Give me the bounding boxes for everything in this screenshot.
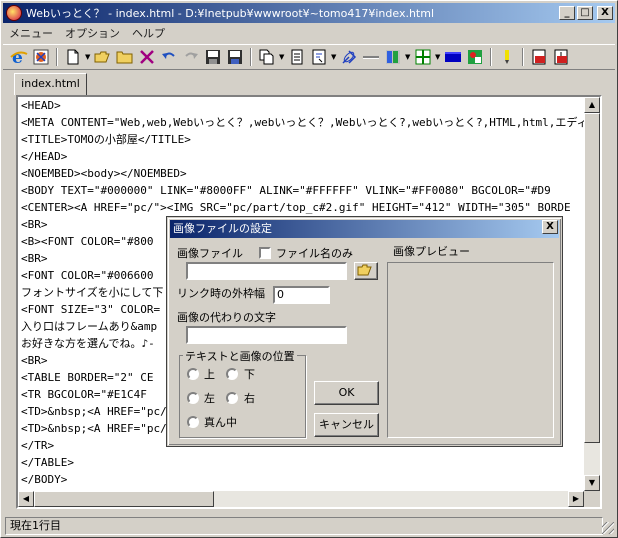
code-line: </HEAD> xyxy=(21,150,68,163)
new-file-icon[interactable] xyxy=(63,47,83,67)
vertical-scroll-thumb[interactable] xyxy=(584,113,600,443)
browse-folder-button[interactable] xyxy=(354,262,378,280)
link-border-input[interactable]: 0 xyxy=(273,286,330,304)
tab-index-html[interactable]: index.html xyxy=(14,73,87,95)
ie-icon[interactable]: e xyxy=(9,47,29,67)
save-all-icon[interactable] xyxy=(225,47,245,67)
open-folder-icon xyxy=(357,264,372,276)
alt-text-label: 画像の代わりの文字 xyxy=(177,311,276,324)
image-file-label: 画像ファイル xyxy=(177,247,243,260)
picture-icon[interactable] xyxy=(465,47,485,67)
folder-icon[interactable] xyxy=(115,47,135,67)
image-dropdown-icon[interactable]: ▼ xyxy=(405,53,411,61)
image-settings-dialog: 画像ファイルの設定 X 画像ファイル ファイル名のみ 画像プレビュー リンク時の… xyxy=(166,216,563,447)
code-line: <BODY TEXT="#000000" LINK="#8000FF" ALIN… xyxy=(21,184,551,197)
position-group-label: テキストと画像の位置 xyxy=(183,348,297,364)
toolbar-separator xyxy=(522,48,524,66)
menu-options[interactable]: オプション xyxy=(59,25,126,41)
html-check-icon[interactable] xyxy=(31,47,51,67)
image-preview xyxy=(387,262,554,438)
table-dropdown-icon[interactable]: ▼ xyxy=(435,53,441,61)
radio-top-label: 上 xyxy=(204,368,215,381)
dialog-title-bar[interactable]: 画像ファイルの設定 xyxy=(170,220,559,238)
save-icon[interactable] xyxy=(203,47,223,67)
window-title: Webいっとく？ - index.html - D:¥Inetpub¥wwwro… xyxy=(26,7,435,20)
menu-bar: メニュー オプション ヘルプ xyxy=(3,24,171,42)
toolbar-separator xyxy=(250,48,252,66)
code-line: <META CONTENT="Web,web,Webいっとく？,webいっとく？… xyxy=(21,116,584,129)
code-line: </BODY> xyxy=(21,473,68,486)
scroll-left-icon[interactable]: ◀ xyxy=(18,491,34,507)
redo-icon[interactable] xyxy=(181,47,201,67)
link-border-label: リンク時の外枠幅 xyxy=(177,287,265,300)
radio-bottom-label: 下 xyxy=(244,368,255,381)
ok-button[interactable]: OK xyxy=(314,381,379,405)
status-text: 現在1行目 xyxy=(10,519,61,532)
toolbar-separator xyxy=(56,48,58,66)
hr-icon[interactable] xyxy=(361,47,381,67)
title-bar[interactable]: Webいっとく？ - index.html - D:¥Inetpub¥wwwro… xyxy=(3,3,615,23)
filename-only-label: ファイル名のみ xyxy=(276,247,353,260)
radio-top[interactable] xyxy=(187,368,199,380)
code-line: <NOEMBED><body></NOEMBED> xyxy=(21,167,187,180)
code-line: <TITLE>TOMOの小部屋</TITLE> xyxy=(21,133,191,146)
dialog-title: 画像ファイルの設定 xyxy=(173,222,272,235)
delete-icon[interactable] xyxy=(137,47,157,67)
table-icon[interactable] xyxy=(413,47,433,67)
close-button[interactable]: X xyxy=(597,6,613,20)
color-bar-icon[interactable] xyxy=(443,47,463,67)
radio-center[interactable] xyxy=(187,416,199,428)
notepad-icon[interactable] xyxy=(287,47,307,67)
horizontal-scrollbar[interactable]: ◀ ▶ xyxy=(18,491,584,507)
image-icon[interactable] xyxy=(383,47,403,67)
code-line: <HEAD> xyxy=(21,99,61,112)
copy-dropdown-icon[interactable]: ▼ xyxy=(279,53,285,61)
radio-right-label: 右 xyxy=(244,392,255,405)
template-icon[interactable] xyxy=(309,47,329,67)
menu-help[interactable]: ヘルプ xyxy=(126,25,171,41)
new-file-dropdown-icon[interactable]: ▼ xyxy=(85,53,91,61)
preview-label: 画像プレビュー xyxy=(393,245,470,258)
menu-menu[interactable]: メニュー xyxy=(3,25,59,41)
radio-bottom[interactable] xyxy=(226,368,238,380)
frame2-icon[interactable] xyxy=(551,47,571,67)
cancel-button[interactable]: キャンセル xyxy=(314,413,379,437)
code-line: <CENTER><A HREF="pc/"><IMG SRC="pc/part/… xyxy=(21,201,571,214)
marker-icon[interactable] xyxy=(497,47,517,67)
resize-grip-icon[interactable] xyxy=(602,522,614,534)
dialog-close-button[interactable]: X xyxy=(542,220,558,234)
maximize-button[interactable]: □ xyxy=(577,6,593,20)
scroll-down-icon[interactable]: ▼ xyxy=(584,475,600,491)
status-bar: 現在1行目 xyxy=(5,517,603,535)
vertical-scrollbar[interactable]: ▲ ▼ xyxy=(584,97,600,491)
horizontal-scroll-thumb[interactable] xyxy=(34,491,214,507)
filename-only-checkbox[interactable] xyxy=(259,247,271,259)
open-folder-icon[interactable] xyxy=(93,47,113,67)
toolbar: e ▼ ▼ ▼ ▼ ▼ xyxy=(3,44,615,70)
code-line: </TABLE> xyxy=(21,456,74,469)
radio-left-label: 左 xyxy=(204,392,215,405)
copy-icon[interactable] xyxy=(257,47,277,67)
scroll-up-icon[interactable]: ▲ xyxy=(584,97,600,113)
alt-text-input[interactable] xyxy=(186,326,347,344)
radio-right[interactable] xyxy=(226,392,238,404)
minimize-button[interactable]: _ xyxy=(559,6,575,20)
toolbar-separator xyxy=(490,48,492,66)
undo-icon[interactable] xyxy=(159,47,179,67)
radio-center-label: 真ん中 xyxy=(204,416,237,429)
main-window: Webいっとく？ - index.html - D:¥Inetpub¥wwwro… xyxy=(0,0,618,538)
radio-left[interactable] xyxy=(187,392,199,404)
app-icon[interactable] xyxy=(6,5,22,21)
scroll-right-icon[interactable]: ▶ xyxy=(568,491,584,507)
scrollbar-corner xyxy=(584,491,600,507)
template-dropdown-icon[interactable]: ▼ xyxy=(331,53,337,61)
svg-text:e: e xyxy=(12,48,23,66)
link-icon[interactable] xyxy=(339,47,359,67)
image-file-input[interactable] xyxy=(186,262,347,280)
frame-icon[interactable] xyxy=(529,47,549,67)
